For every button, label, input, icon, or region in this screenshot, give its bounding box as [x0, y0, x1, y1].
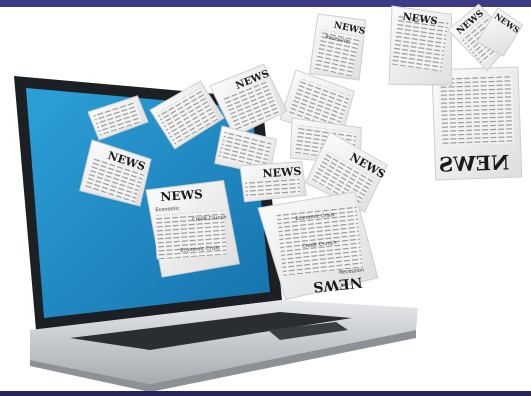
bottom-band — [0, 391, 531, 396]
news-laptop-illustration: NEWS NEWS NEWS NEWS NEWS Recession NEWS … — [0, 0, 531, 396]
newspaper-sheet: NEWS Recession — [308, 13, 367, 81]
newspaper-sheet: NEWS — [239, 161, 307, 203]
illustration-canvas: NEWS NEWS NEWS NEWS NEWS Recession NEWS … — [14, 3, 524, 392]
newspaper-masthead: NEWS — [438, 150, 509, 176]
newspaper-sheet-main: NEWS Economic Credit Crunch Economic Cri… — [145, 180, 240, 278]
newspaper-masthead: NEWS — [160, 187, 203, 204]
svg-text:NEWS: NEWS — [262, 165, 302, 181]
newspaper-sheet: NEWS — [388, 5, 453, 86]
